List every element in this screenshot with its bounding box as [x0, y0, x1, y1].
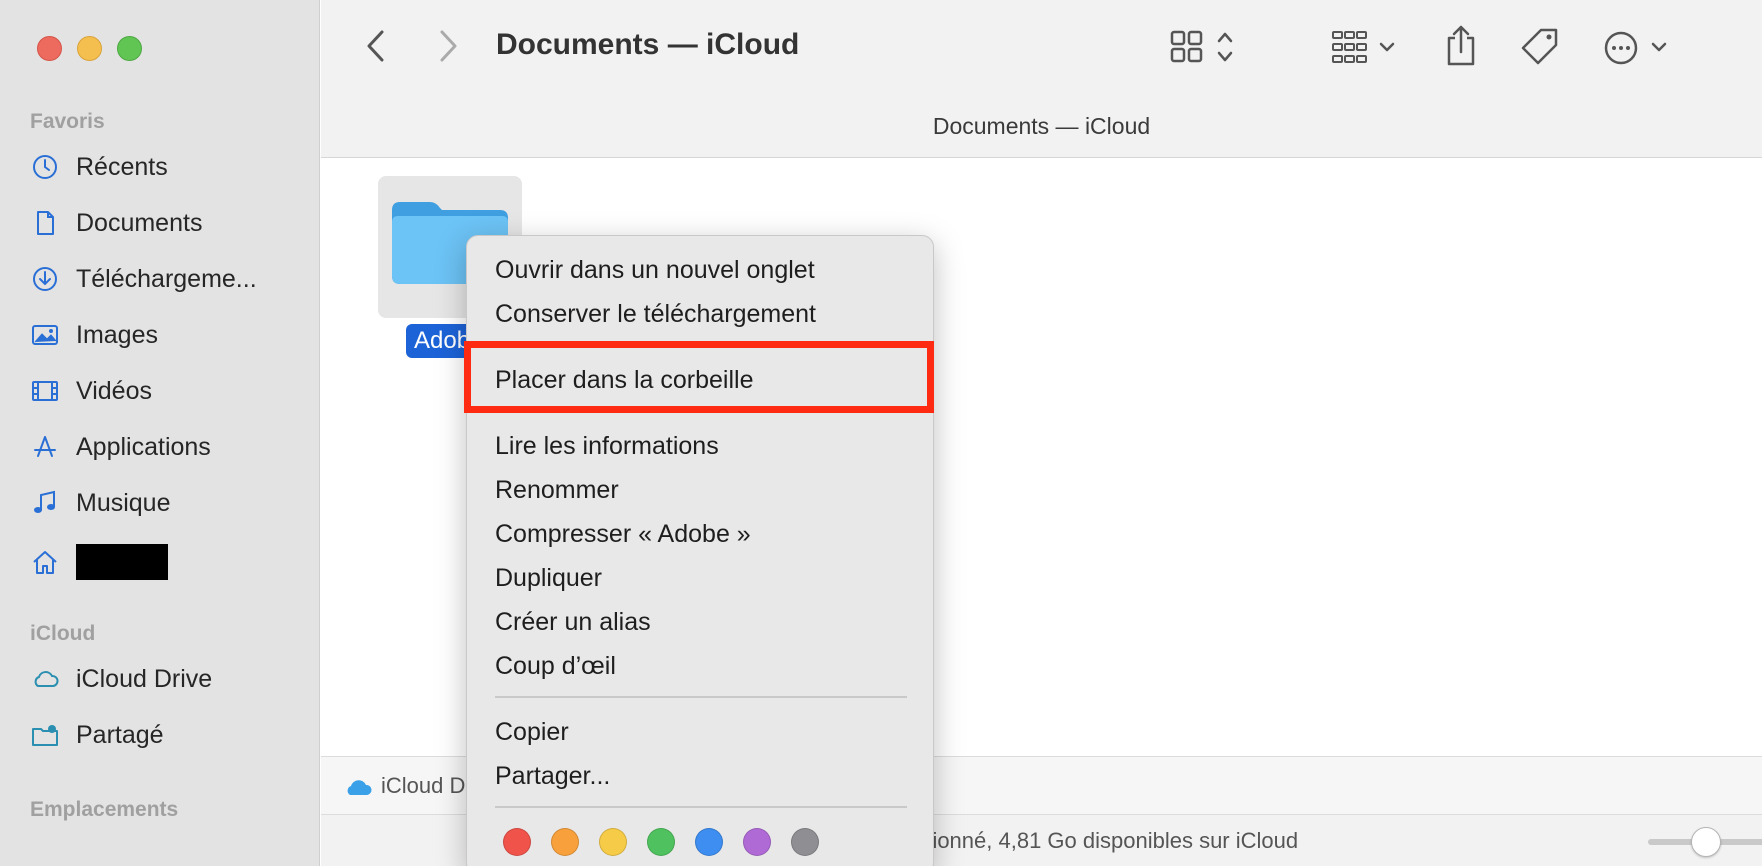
- music-note-icon: [30, 488, 68, 518]
- redacted-username: [76, 544, 168, 580]
- tag-green[interactable]: [647, 828, 675, 856]
- path-bar-label[interactable]: iCloud D: [381, 773, 465, 799]
- forward-button[interactable]: [433, 28, 463, 64]
- sidebar-item-shared[interactable]: Partagé: [30, 713, 310, 757]
- chevron-left-icon: [367, 30, 384, 62]
- sidebar-item-label: Partagé: [76, 720, 164, 749]
- menu-item-copy[interactable]: Copier: [495, 718, 569, 747]
- menu-item-quick-look[interactable]: Coup d’œil: [495, 652, 616, 681]
- chevron-right-icon: [440, 30, 457, 62]
- locations-section-title: Emplacements: [30, 798, 179, 821]
- close-window-button[interactable]: [37, 36, 62, 61]
- view-mode-button[interactable]: [1167, 28, 1257, 68]
- menu-item-get-info[interactable]: Lire les informations: [495, 432, 719, 461]
- menu-item-keep-download[interactable]: Conserver le téléchargement: [495, 300, 816, 329]
- menu-item-make-alias[interactable]: Créer un alias: [495, 608, 651, 637]
- shared-folder-icon: [30, 720, 68, 750]
- group-by-button[interactable]: [1329, 28, 1409, 68]
- sidebar-item-label: Images: [76, 320, 158, 349]
- sidebar: Favoris Récents Documents Téléchargeme..…: [0, 0, 320, 866]
- tag-purple[interactable]: [743, 828, 771, 856]
- icloud-section-title: iCloud: [30, 622, 96, 645]
- sidebar-item-music[interactable]: Musique: [30, 481, 310, 525]
- tag-gray[interactable]: [791, 828, 819, 856]
- sidebar-item-label: Documents: [76, 208, 203, 237]
- sidebar-item-label: iCloud Drive: [76, 664, 213, 693]
- menu-item-duplicate[interactable]: Dupliquer: [495, 564, 602, 593]
- tag-yellow[interactable]: [599, 828, 627, 856]
- sidebar-item-images[interactable]: Images: [30, 313, 310, 357]
- menu-item-share[interactable]: Partager...: [495, 762, 610, 791]
- sidebar-item-label: Applications: [76, 432, 211, 461]
- menu-item-open-new-tab[interactable]: Ouvrir dans un nouvel onglet: [495, 256, 815, 285]
- apps-icon: [30, 432, 68, 462]
- menu-item-compress[interactable]: Compresser « Adobe »: [495, 520, 751, 549]
- tag-blue[interactable]: [695, 828, 723, 856]
- status-text: rtionné, 4,81 Go disponibles sur iCloud: [919, 828, 1299, 853]
- menu-separator: [495, 806, 907, 808]
- group-grid-icon: [1332, 31, 1395, 63]
- clock-icon: [30, 152, 68, 182]
- sidebar-item-label: Musique: [76, 488, 171, 517]
- tag-button[interactable]: [1519, 26, 1561, 68]
- more-actions-button[interactable]: [1601, 28, 1677, 68]
- tag-red[interactable]: [503, 828, 531, 856]
- tag-icon: [1521, 28, 1558, 65]
- fullscreen-window-button[interactable]: [117, 36, 142, 61]
- path-header-title: Documents — iCloud: [932, 113, 1151, 139]
- home-icon: [30, 547, 68, 577]
- share-icon: [1447, 25, 1475, 66]
- sidebar-item-applications[interactable]: Applications: [30, 425, 310, 469]
- context-menu: Ouvrir dans un nouvel onglet Conserver l…: [464, 235, 934, 866]
- window-title: Documents — iCloud: [496, 28, 800, 61]
- sidebar-item-downloads[interactable]: Téléchargeme...: [30, 257, 310, 301]
- minimize-window-button[interactable]: [77, 36, 102, 61]
- menu-separator: [495, 696, 907, 698]
- share-button[interactable]: [1441, 24, 1481, 68]
- icon-size-slider-knob[interactable]: [1691, 827, 1721, 857]
- sidebar-item-label: Récents: [76, 152, 168, 181]
- menu-item-rename[interactable]: Renommer: [495, 476, 619, 505]
- back-button[interactable]: [361, 28, 391, 64]
- toolbar: Documents — iCloud: [321, 0, 1762, 96]
- sidebar-item-label: Téléchargeme...: [76, 264, 257, 293]
- favorites-section-title: Favoris: [30, 110, 105, 133]
- ellipsis-circle-icon: [1604, 31, 1667, 65]
- download-icon: [30, 264, 68, 294]
- sidebar-item-home[interactable]: [30, 540, 310, 584]
- sidebar-item-label: Vidéos: [76, 376, 152, 405]
- icon-grid-view-icon: [1170, 30, 1233, 63]
- highlight-box: [464, 341, 934, 413]
- path-header: Documents — iCloud: [321, 96, 1762, 158]
- sidebar-item-documents[interactable]: Documents: [30, 201, 310, 245]
- sidebar-item-recents[interactable]: Récents: [30, 145, 310, 189]
- tag-color-row: [503, 828, 819, 856]
- icloud-icon: [347, 779, 372, 795]
- film-icon: [30, 376, 68, 406]
- cloud-icon: [30, 664, 68, 694]
- sidebar-item-videos[interactable]: Vidéos: [30, 369, 310, 413]
- tag-orange[interactable]: [551, 828, 579, 856]
- document-icon: [30, 208, 68, 238]
- photo-icon: [30, 320, 68, 350]
- sidebar-item-icloud-drive[interactable]: iCloud Drive: [30, 657, 310, 701]
